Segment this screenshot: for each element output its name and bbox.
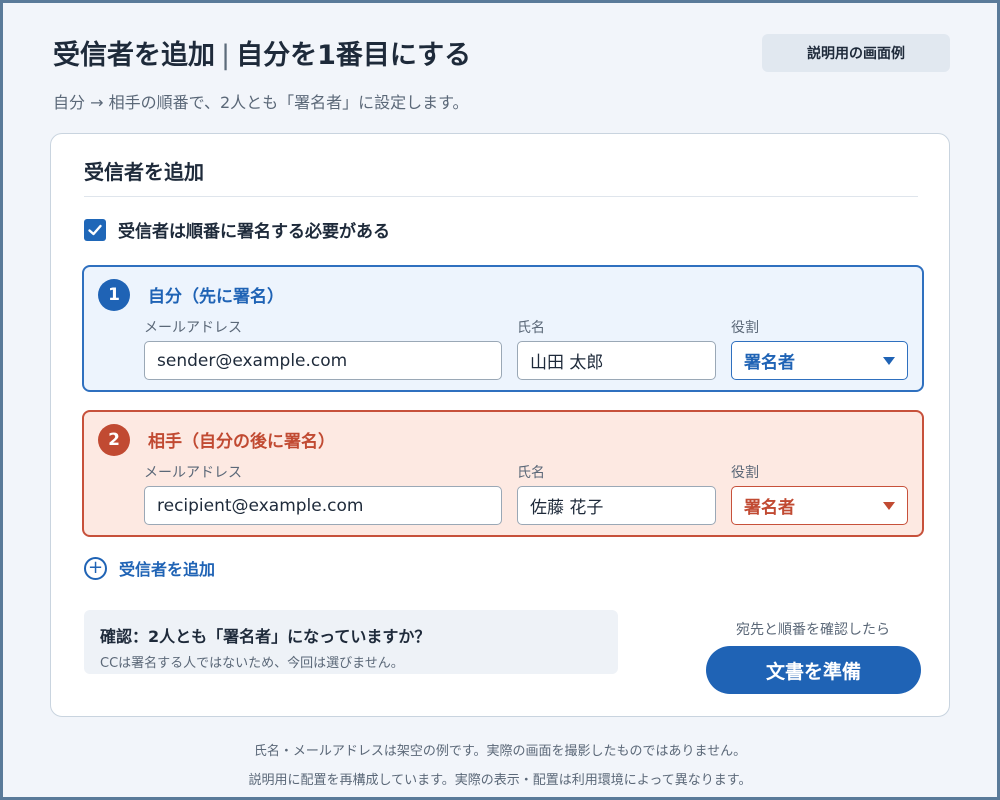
footnote-line-2: 説明用に配置を再構成しています。実際の表示・配置は利用環境によって異なります。 [248, 773, 752, 788]
role-select[interactable]: 署名者 [731, 486, 908, 525]
caret-down-icon [883, 501, 895, 510]
email-input[interactable] [144, 486, 502, 525]
name-input[interactable] [517, 486, 716, 525]
email-label: メールアドレス [144, 465, 242, 481]
demo-badge: 説明用の画面例 [762, 34, 950, 72]
signing-order-checkbox[interactable] [84, 218, 106, 241]
footnote-line-1: 氏名・メールアドレスは架空の例です。実際の画面を撮影したものではありません。 [253, 744, 747, 759]
role-select-value: 署名者 [744, 353, 795, 373]
recipient-number-badge: 2 [98, 424, 130, 456]
card-divider [84, 196, 918, 197]
page-title: 受信者を追加 | 自分を1番目にする [53, 33, 471, 72]
recipient-sender: 1 自分（先に署名） メールアドレス 氏名 役割 署名者 [82, 265, 924, 392]
recipient-counterparty: 2 相手（自分の後に署名） メールアドレス 氏名 役割 署名者 [82, 410, 924, 537]
role-label: 役割 [731, 465, 759, 481]
name-label: 氏名 [517, 320, 545, 336]
role-label: 役割 [731, 320, 759, 336]
add-recipients-card: 受信者を追加 受信者は順番に署名する必要がある 1 自分（先に署名） メールアド… [50, 133, 950, 717]
confirmation-note: 確認：2人とも「署名者」になっていますか？ CCは署名する人ではないため、今回は… [84, 610, 618, 674]
plus-circle-icon: + [84, 556, 107, 580]
recipient-title: 相手（自分の後に署名） [148, 432, 335, 452]
page-subtitle: 自分 → 相手の順番で、2人とも「署名者」に設定します。 [53, 93, 469, 112]
recipient-number-badge: 1 [98, 279, 130, 311]
role-select[interactable]: 署名者 [731, 341, 908, 380]
card-title: 受信者を追加 [84, 160, 204, 184]
checkmark-icon [88, 224, 102, 235]
add-recipient-label: 受信者を追加 [119, 560, 216, 579]
email-label: メールアドレス [144, 320, 242, 336]
role-select-value: 署名者 [744, 498, 795, 518]
confirmation-title: 確認：2人とも「署名者」になっていますか？ [100, 627, 431, 646]
caret-down-icon [883, 356, 895, 365]
email-input[interactable] [144, 341, 502, 380]
signing-order-label: 受信者は順番に署名する必要がある [118, 222, 390, 242]
title-separator: | [221, 40, 231, 71]
screen: 受信者を追加 | 自分を1番目にする 説明用の画面例 自分 → 相手の順番で、2人と… [3, 3, 997, 797]
page-title-sub: 自分を1番目にする [236, 40, 472, 71]
recipient-title: 自分（先に署名） [148, 287, 284, 307]
name-input[interactable] [517, 341, 716, 380]
prepare-hint: 宛先と順番を確認したら [736, 622, 890, 638]
confirmation-detail: CCは署名する人ではないため、今回は選びません。 [100, 656, 404, 671]
name-label: 氏名 [517, 465, 545, 481]
add-recipient-link[interactable]: + 受信者を追加 [84, 556, 215, 580]
signing-order-option[interactable]: 受信者は順番に署名する必要がある [84, 217, 390, 242]
page-title-main: 受信者を追加 [53, 40, 215, 71]
prepare-document-button[interactable]: 文書を準備 [706, 646, 921, 694]
